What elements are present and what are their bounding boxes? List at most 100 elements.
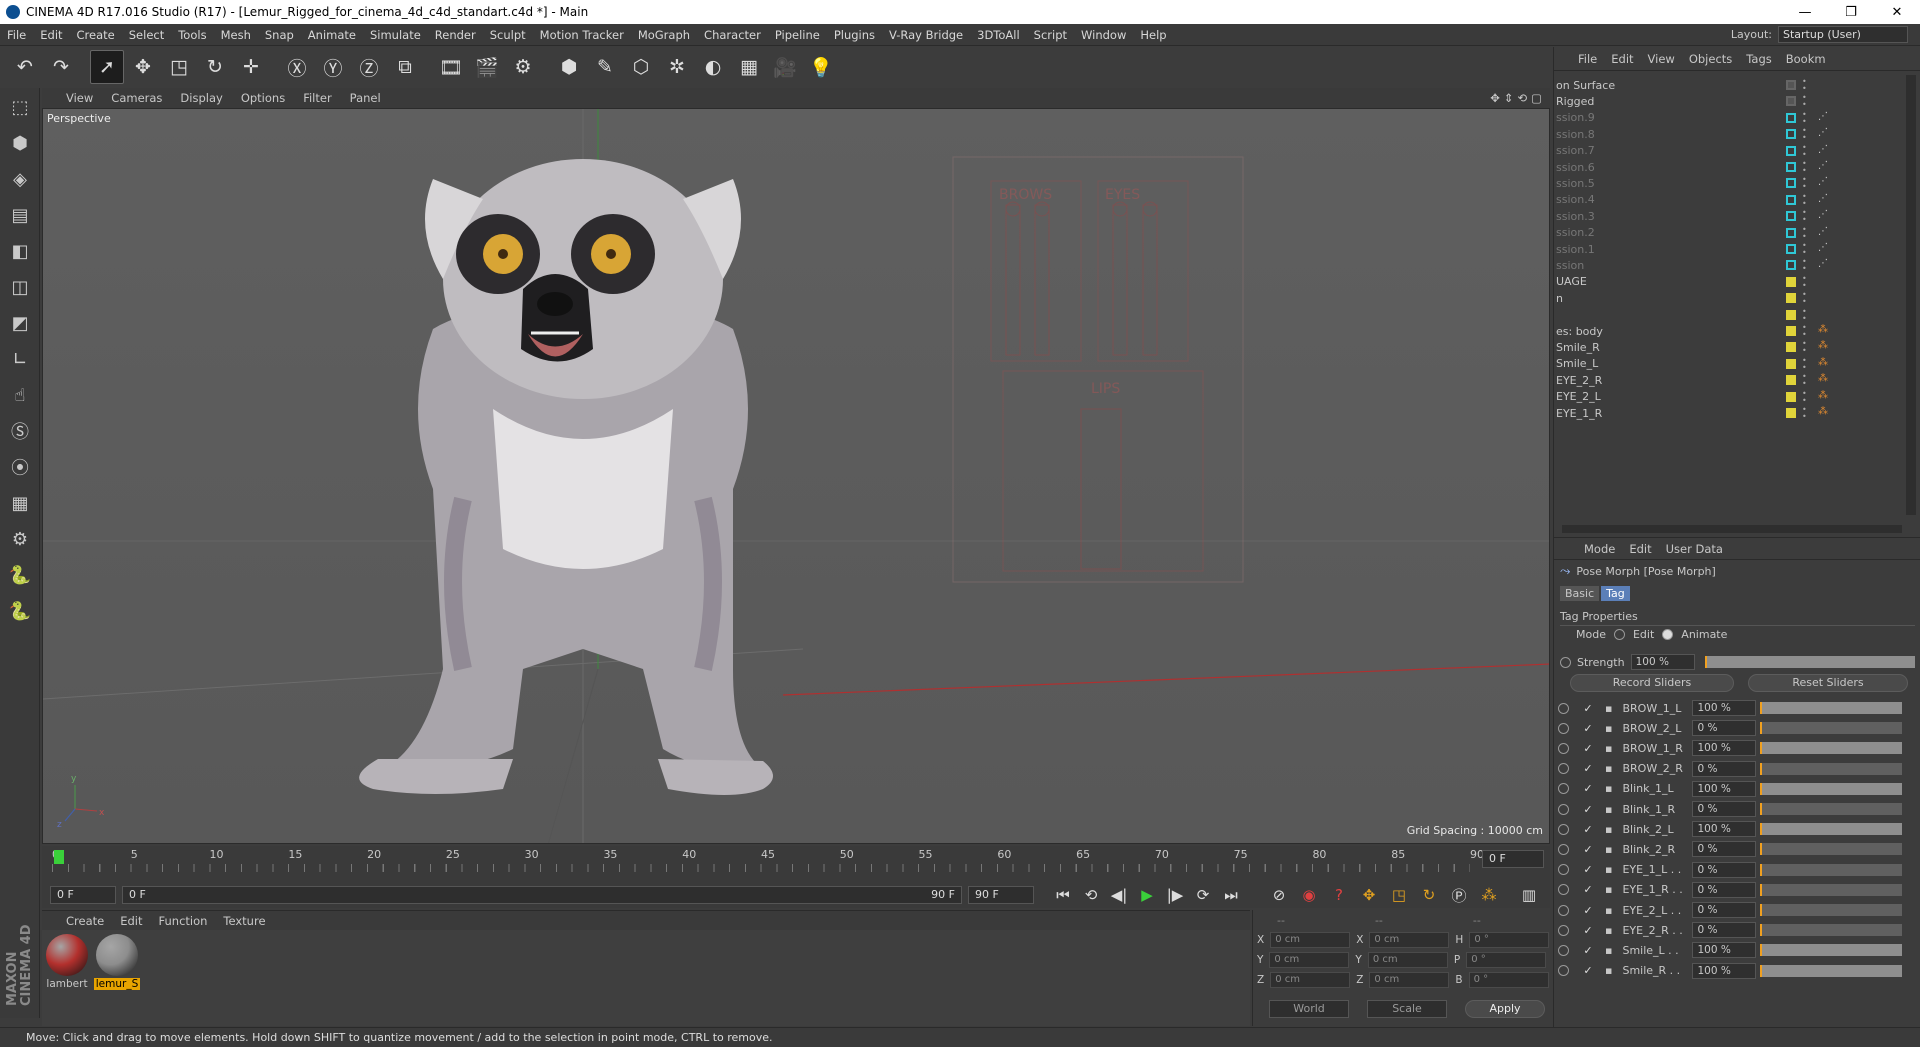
layout-dropdown[interactable]: Startup (User) [1778, 26, 1908, 43]
tag-icon[interactable]: ⋰ [1816, 127, 1830, 141]
record-sliders-button[interactable]: Record Sliders [1570, 674, 1734, 692]
morph-anim-radio[interactable] [1558, 722, 1569, 734]
menu-motion-tracker[interactable]: Motion Tracker [533, 28, 631, 42]
visibility-dots-icon[interactable]: • • [1802, 340, 1810, 355]
tag-icon[interactable]: ⋰ [1816, 111, 1830, 125]
morph-anim-radio[interactable] [1558, 742, 1569, 754]
visibility-dots-icon[interactable]: • • [1802, 143, 1810, 158]
menu-animate[interactable]: Animate [301, 28, 363, 42]
morph-anim-radio[interactable] [1558, 864, 1569, 876]
tag-icon[interactable]: ⋰ [1816, 144, 1830, 158]
undo-icon[interactable]: ↶ [8, 50, 42, 84]
morph-slider[interactable] [1760, 722, 1903, 735]
light-icon[interactable]: 💡 [804, 50, 838, 84]
morph-slider[interactable] [1760, 823, 1903, 836]
morph-enable-checkbox[interactable]: ✓ [1581, 722, 1595, 735]
menu-snap[interactable]: Snap [258, 28, 301, 42]
pen-icon[interactable]: ✎ [588, 50, 622, 84]
array-icon[interactable]: ✲ [660, 50, 694, 84]
strength-anim-radio[interactable] [1560, 656, 1571, 668]
menu-3dtoall[interactable]: 3DToAll [970, 28, 1027, 42]
morph-enable-checkbox[interactable]: ✓ [1581, 964, 1595, 977]
menu-plugins[interactable]: Plugins [827, 28, 882, 42]
visibility-dots-icon[interactable]: • • [1802, 258, 1810, 273]
morph-value-field[interactable]: 0 % [1692, 902, 1757, 918]
morph-anim-radio[interactable] [1558, 702, 1569, 714]
morph-value-field[interactable]: 0 % [1692, 922, 1757, 939]
attribute-menu-edit[interactable]: Edit [1629, 542, 1651, 556]
tag-icon[interactable]: ⁂ [1816, 390, 1830, 404]
left-tool-4-icon[interactable]: ◧ [2, 234, 38, 268]
visibility-dots-icon[interactable]: • • [1802, 324, 1810, 339]
visibility-dots-icon[interactable]: • • [1802, 160, 1810, 175]
left-tool-9-icon[interactable]: Ⓢ [2, 414, 38, 448]
key-pla-icon[interactable]: ⁂ [1476, 884, 1502, 906]
left-tool-0-icon[interactable]: ⬚ [2, 90, 38, 124]
coord-field[interactable]: 0 ° [1469, 932, 1550, 948]
3d-viewport[interactable]: Perspective BROWS EYES LIPS y x z Grid S… [42, 108, 1550, 844]
morph-enable-checkbox[interactable]: ✓ [1581, 823, 1595, 836]
cube-icon[interactable]: ⬢ [552, 50, 586, 84]
visibility-dots-icon[interactable]: • • [1802, 176, 1810, 191]
visibility-dots-icon[interactable]: • • [1802, 274, 1810, 289]
visibility-dots-icon[interactable]: • • [1802, 389, 1810, 404]
camera-icon[interactable]: 🎥 [768, 50, 802, 84]
tag-icon[interactable]: ⋰ [1816, 176, 1830, 190]
left-tool-2-icon[interactable]: ◈ [2, 162, 38, 196]
morph-anim-radio[interactable] [1558, 944, 1569, 956]
morph-slider[interactable] [1760, 702, 1903, 714]
attribute-menu-user-data[interactable]: User Data [1666, 542, 1723, 556]
subdivision-icon[interactable]: ⬡ [624, 50, 658, 84]
visibility-dots-icon[interactable]: • • [1802, 406, 1810, 421]
visibility-dots-icon[interactable]: • • [1802, 78, 1810, 93]
tag-icon[interactable]: ⁂ [1816, 340, 1830, 354]
maximize-button[interactable]: ❐ [1828, 5, 1874, 20]
morph-value-field[interactable]: 0 % [1692, 861, 1757, 878]
morph-anim-radio[interactable] [1558, 965, 1569, 977]
end-frame-field[interactable]: 90 F [968, 886, 1034, 904]
y-axis-icon[interactable]: Ⓨ [316, 50, 350, 84]
viewport-menu-cameras[interactable]: Cameras [111, 91, 162, 105]
morph-slider[interactable] [1760, 964, 1903, 977]
morph-value-field[interactable]: 100 % [1692, 700, 1757, 716]
key-param-icon[interactable]: Ⓟ [1446, 884, 1472, 906]
morph-enable-checkbox[interactable]: ✓ [1581, 762, 1595, 775]
key-rotate-icon[interactable]: ↻ [1416, 884, 1442, 906]
visibility-dots-icon[interactable]: • • [1802, 373, 1810, 388]
move-icon[interactable]: ✥ [126, 50, 160, 84]
strength-field[interactable]: 100 % [1630, 654, 1695, 670]
go-end-icon[interactable]: ⏭ [1218, 884, 1244, 906]
morph-anim-radio[interactable] [1558, 763, 1569, 775]
render-settings-icon[interactable]: ⚙ [506, 50, 540, 84]
morph-enable-checkbox[interactable]: ✓ [1581, 944, 1595, 957]
morph-enable-checkbox[interactable]: ✓ [1581, 803, 1595, 816]
morph-anim-radio[interactable] [1558, 803, 1569, 815]
tag-icon[interactable] [1816, 94, 1830, 108]
menu-render[interactable]: Render [428, 28, 483, 42]
menu-file[interactable]: File [0, 28, 33, 42]
material-menu-edit[interactable]: Edit [120, 914, 142, 928]
range-slider[interactable]: 0 F 90 F [122, 886, 962, 904]
left-tool-14-icon[interactable]: 🐍 [2, 594, 38, 628]
viewport-menu-view[interactable]: View [66, 91, 93, 105]
menu-v-ray-bridge[interactable]: V-Ray Bridge [882, 28, 970, 42]
attribute-menu-mode[interactable]: Mode [1584, 542, 1615, 556]
morph-slider[interactable] [1760, 863, 1903, 876]
morph-value-field[interactable]: 100 % [1692, 780, 1757, 797]
go-start-icon[interactable]: ⏮ [1050, 884, 1076, 906]
left-tool-10-icon[interactable]: ⦿ [2, 450, 38, 484]
morph-value-field[interactable]: 100 % [1692, 821, 1757, 838]
render-picture-queue-icon[interactable]: 🎬 [470, 50, 504, 84]
tag-icon[interactable] [1816, 308, 1830, 322]
object-menu-objects[interactable]: Objects [1689, 52, 1732, 66]
select-icon[interactable]: ➚ [90, 50, 124, 84]
prev-frame-icon[interactable]: ◀| [1106, 884, 1132, 906]
left-tool-5-icon[interactable]: ◫ [2, 270, 38, 304]
morph-enable-checkbox[interactable]: ✓ [1581, 702, 1595, 715]
floor-icon[interactable]: ▦ [732, 50, 766, 84]
coord-field[interactable]: 0 cm [1367, 952, 1448, 968]
object-hscrollbar[interactable] [1562, 525, 1902, 533]
record-icon[interactable]: ◉ [1296, 884, 1322, 906]
visibility-dots-icon[interactable]: • • [1802, 192, 1810, 207]
tag-icon[interactable]: ⁂ [1816, 373, 1830, 387]
